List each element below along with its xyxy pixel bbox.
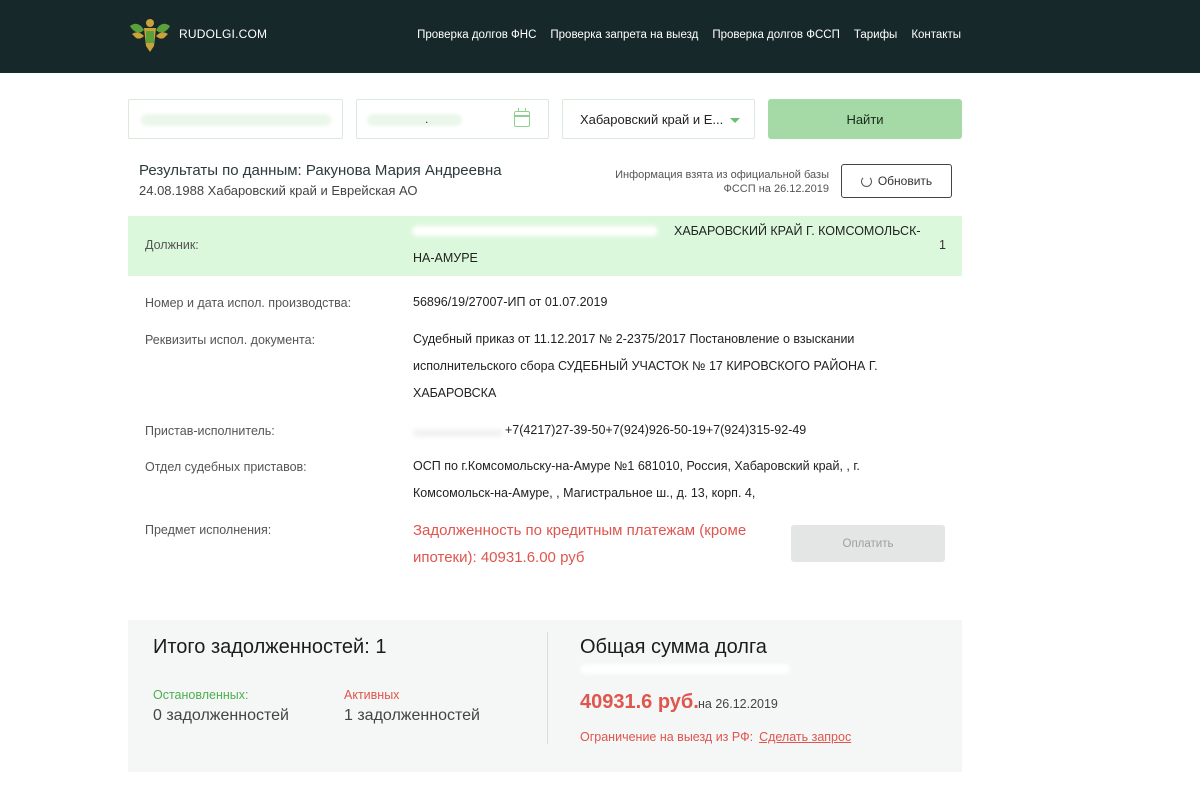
- calendar-icon[interactable]: [514, 108, 530, 127]
- travel-restriction: Ограничение на выезд из РФ: Сделать запро…: [580, 730, 851, 744]
- results-subtitle: 24.08.1988 Хабаровский край и Еврейская …: [139, 183, 418, 198]
- date-separator: .: [425, 112, 429, 126]
- document-label: Реквизиты испол. документа:: [145, 333, 316, 347]
- redacted-bailiff: [413, 429, 503, 437]
- region-value: Хабаровский край и Е...: [580, 112, 724, 127]
- active-value: 1 задолженностей: [344, 707, 480, 724]
- proceeding-value: 56896/19/27007-ИП от 01.07.2019: [413, 295, 608, 309]
- region-select[interactable]: Хабаровский край и Е...: [562, 99, 755, 139]
- active-label: Активных: [344, 688, 400, 702]
- total-amount: 40931.6 руб.: [580, 691, 699, 713]
- nav-travel-ban[interactable]: Проверка запрета на выезд: [550, 29, 698, 41]
- stopped-label: Остановленных:: [153, 688, 249, 702]
- restriction-label: Ограничение на выезд из РФ:: [580, 730, 754, 744]
- debtor-value-line2: НА-АМУРЕ: [413, 251, 478, 265]
- redacted-sum-info: [580, 664, 790, 674]
- site-header: RUDOLGI.COM Проверка долгов ФНС Проверка…: [0, 0, 1200, 73]
- results-title: Результаты по данным: Ракунова Мария Анд…: [139, 162, 502, 179]
- nav-contacts[interactable]: Контакты: [911, 29, 961, 41]
- source-info-note: Информация взята из официальной базы ФСС…: [615, 169, 829, 195]
- refresh-icon: [860, 175, 872, 187]
- chevron-down-icon: [730, 118, 740, 123]
- proceeding-label: Номер и дата испол. производства:: [145, 296, 352, 310]
- total-debts-title: Итого задолженностей: 1: [153, 636, 387, 658]
- request-link[interactable]: Сделать запрос: [759, 730, 851, 744]
- find-button[interactable]: Найти: [768, 99, 962, 139]
- document-value: Судебный приказ от 11.12.2017 № 2-2375/2…: [413, 332, 878, 400]
- redacted-name: [141, 114, 331, 126]
- nav-fns-debts[interactable]: Проверка долгов ФНС: [417, 29, 536, 41]
- summary-divider: [547, 632, 548, 744]
- name-input[interactable]: [128, 99, 343, 139]
- debtor-label: Должник:: [145, 238, 199, 252]
- redacted-debtor: [412, 226, 658, 236]
- debtor-count: 1: [939, 238, 946, 252]
- stopped-value: 0 задолженностей: [153, 707, 289, 724]
- site-name[interactable]: RUDOLGI.COM: [179, 27, 267, 41]
- redacted-date: [367, 114, 462, 126]
- bailiff-value: +7(4217)27-39-50+7(924)926-50-19+7(924)3…: [505, 423, 807, 437]
- subject-label: Предмет исполнения:: [145, 523, 272, 537]
- eagle-emblem-logo-icon[interactable]: [128, 16, 172, 56]
- debtor-value-line1: ХАБАРОВСКИЙ КРАЙ Г. КОМСОМОЛЬСК-: [674, 224, 921, 238]
- summary-panel: Итого задолженностей: 1 Остановленных: 0…: [128, 620, 962, 772]
- pay-button[interactable]: Оплатить: [791, 525, 945, 562]
- refresh-label: Обновить: [877, 174, 933, 188]
- department-value: ОСП по г.Комсомольску-на-Амуре №1 681010…: [413, 459, 860, 500]
- birthdate-input[interactable]: .: [356, 99, 549, 139]
- total-amount-date: на 26.12.2019: [698, 697, 778, 711]
- bailiff-label: Пристав-исполнитель:: [145, 424, 275, 438]
- nav-fssp-debts[interactable]: Проверка долгов ФССП: [712, 29, 840, 41]
- total-sum-title: Общая сумма долга: [580, 636, 767, 658]
- nav-tariffs[interactable]: Тарифы: [854, 29, 897, 41]
- main-nav: Проверка долгов ФНС Проверка запрета на …: [417, 29, 961, 41]
- subject-value: Задолженность по кредитным платежам (кро…: [413, 522, 747, 566]
- debtor-row: Должник: ХАБАРОВСКИЙ КРАЙ Г. КОМСОМОЛЬСК…: [128, 216, 962, 276]
- department-label: Отдел судебных приставов:: [145, 460, 307, 474]
- refresh-button[interactable]: Обновить: [841, 164, 952, 198]
